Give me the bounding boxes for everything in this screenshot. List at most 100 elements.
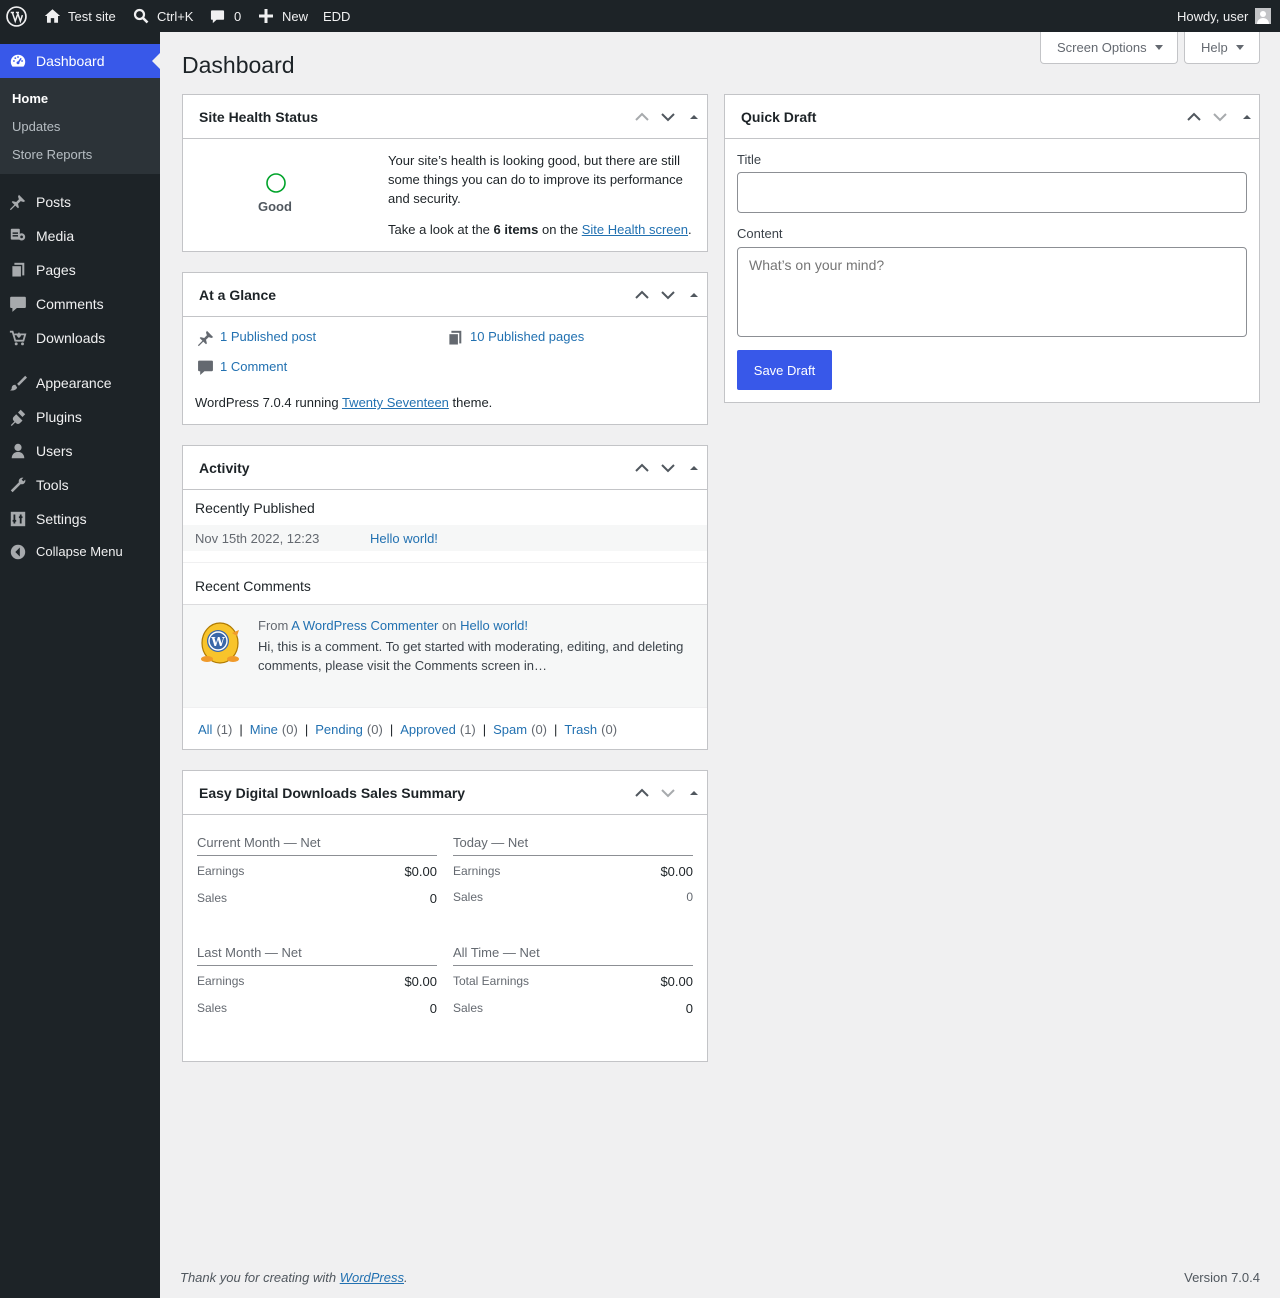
comment-filter-bar: All (1) | Mine (0) | Pending (0) | Approved (1) | Sp…: [183, 707, 707, 749]
draft-title-input[interactable]: [737, 172, 1247, 213]
published-post-link[interactable]: Hello world!: [370, 531, 438, 546]
filter-count: (0): [366, 722, 383, 737]
sales-label: Sales: [453, 890, 484, 904]
site-name-link[interactable]: Test site: [44, 0, 116, 32]
move-up-icon[interactable]: [634, 460, 650, 476]
howdy-label: Howdy, user: [1177, 8, 1249, 24]
screen-options-button[interactable]: Screen Options: [1040, 32, 1178, 64]
comment-filter-approved[interactable]: Approved: [400, 722, 456, 737]
move-down-icon[interactable]: [660, 785, 676, 801]
wordpress-logo-icon[interactable]: [6, 0, 28, 32]
sidebar-label-media: Media: [36, 228, 75, 244]
toggle-panel-icon[interactable]: [686, 785, 702, 801]
account-menu[interactable]: Howdy, user: [1177, 0, 1272, 32]
footer-thanks-text: Thank you for creating with: [180, 1270, 337, 1285]
sidebar-label-plugins: Plugins: [36, 409, 82, 425]
move-up-icon[interactable]: [1186, 109, 1202, 125]
sales-label: Sales: [197, 1001, 228, 1015]
command-search-button[interactable]: Ctrl+K: [133, 0, 193, 32]
caret-down-icon: [1235, 45, 1244, 50]
table-row: Earnings $0.00: [453, 864, 693, 879]
collapse-menu-button[interactable]: Collapse Menu: [0, 535, 160, 569]
submenu-updates[interactable]: Updates: [12, 119, 60, 134]
earnings-label: Earnings: [453, 864, 501, 878]
submenu-home[interactable]: Home: [12, 91, 48, 106]
save-draft-button[interactable]: Save Draft: [737, 350, 832, 390]
toggle-panel-icon[interactable]: [686, 460, 702, 476]
published-posts-link[interactable]: 1 Published post: [220, 329, 316, 344]
comment-excerpt: Hi, this is a comment. To get started wi…: [258, 639, 684, 673]
admin-sidebar: Dashboard Home Updates Store Reports Pos…: [0, 32, 160, 1298]
sidebar-item-settings[interactable]: Settings: [0, 502, 160, 536]
new-content-button[interactable]: New: [259, 0, 308, 32]
earnings-value: $0.00: [660, 974, 693, 989]
health-items-count: 6 items: [493, 222, 539, 237]
today-heading: Today — Net: [453, 835, 693, 856]
sidebar-label-users: Users: [36, 443, 73, 459]
comment-post-link[interactable]: Hello world!: [460, 618, 528, 633]
move-down-icon[interactable]: [660, 287, 676, 303]
move-down-icon[interactable]: [660, 109, 676, 125]
site-health-screen-link[interactable]: Site Health screen: [582, 222, 688, 237]
active-arrow: [152, 53, 160, 69]
sales-label: Sales: [197, 891, 228, 905]
health-message: Your site’s health is looking good, but …: [388, 153, 683, 206]
sidebar-item-tools[interactable]: Tools: [0, 468, 160, 502]
help-button[interactable]: Help: [1184, 32, 1260, 64]
draft-content-textarea[interactable]: [737, 247, 1247, 337]
search-icon: [133, 8, 149, 24]
health-look-text: Take a look at the: [388, 222, 490, 237]
widget-header: Activity: [183, 446, 707, 490]
edd-menu-link[interactable]: EDD: [323, 0, 350, 32]
table-row: Sales 0: [453, 890, 693, 904]
move-down-icon[interactable]: [1212, 109, 1228, 125]
sidebar-item-pages[interactable]: Pages: [0, 253, 160, 287]
new-label: New: [282, 8, 309, 24]
sidebar-item-downloads[interactable]: Downloads: [0, 321, 160, 355]
comment-filter-spam[interactable]: Spam: [493, 722, 527, 737]
sidebar-item-comments[interactable]: Comments: [0, 287, 160, 321]
theme-suffix: theme.: [452, 395, 493, 410]
move-down-icon[interactable]: [660, 460, 676, 476]
caret-down-icon: [1154, 45, 1163, 50]
sidebar-item-users[interactable]: Users: [0, 434, 160, 468]
sidebar-item-plugins[interactable]: Plugins: [0, 400, 160, 434]
dashboard-submenu: Home Updates Store Reports: [0, 78, 160, 174]
toggle-panel-icon[interactable]: [1239, 109, 1255, 125]
theme-link[interactable]: Twenty Seventeen: [342, 395, 449, 410]
earnings-value: $0.00: [404, 864, 437, 879]
submenu-store-reports[interactable]: Store Reports: [12, 147, 92, 162]
published-pages-link[interactable]: 10 Published pages: [470, 329, 584, 344]
pages-icon: [446, 329, 464, 350]
widget-title: Quick Draft: [741, 109, 817, 125]
earnings-label: Earnings: [197, 864, 245, 878]
sidebar-item-appearance[interactable]: Appearance: [0, 366, 160, 400]
filter-separator: |: [239, 722, 243, 737]
move-up-icon[interactable]: [634, 785, 650, 801]
comment-filter-mine[interactable]: Mine: [250, 722, 278, 737]
move-up-icon[interactable]: [634, 287, 650, 303]
list-item: Nov 15th 2022, 12:23 Hello world!: [183, 525, 707, 551]
screen-options-label: Screen Options: [1057, 40, 1147, 55]
recent-comments-heading: Recent Comments: [195, 578, 311, 594]
toggle-panel-icon[interactable]: [686, 287, 702, 303]
toggle-panel-icon[interactable]: [686, 109, 702, 125]
move-up-icon[interactable]: [634, 109, 650, 125]
sidebar-item-media[interactable]: Media: [0, 219, 160, 253]
sidebar-item-posts[interactable]: Posts: [0, 185, 160, 219]
users-icon: [9, 442, 27, 460]
search-shortcut-label: Ctrl+K: [157, 8, 194, 24]
comments-link[interactable]: 0: [210, 0, 241, 32]
filter-count: (1): [216, 722, 233, 737]
wrench-icon: [9, 476, 27, 494]
comment-filter-pending[interactable]: Pending: [315, 722, 363, 737]
footer-wordpress-link[interactable]: WordPress: [340, 1270, 404, 1285]
comments-count-link[interactable]: 1 Comment: [220, 359, 287, 374]
comment-filter-all[interactable]: All: [198, 722, 212, 737]
sidebar-label-settings: Settings: [36, 511, 87, 527]
comment-filter-trash[interactable]: Trash: [564, 722, 597, 737]
sidebar-item-dashboard[interactable]: Dashboard: [0, 44, 160, 78]
comment-author-link[interactable]: A WordPress Commenter: [291, 618, 438, 633]
health-progress-icon: [266, 173, 286, 193]
widget-title: Site Health Status: [199, 109, 319, 125]
